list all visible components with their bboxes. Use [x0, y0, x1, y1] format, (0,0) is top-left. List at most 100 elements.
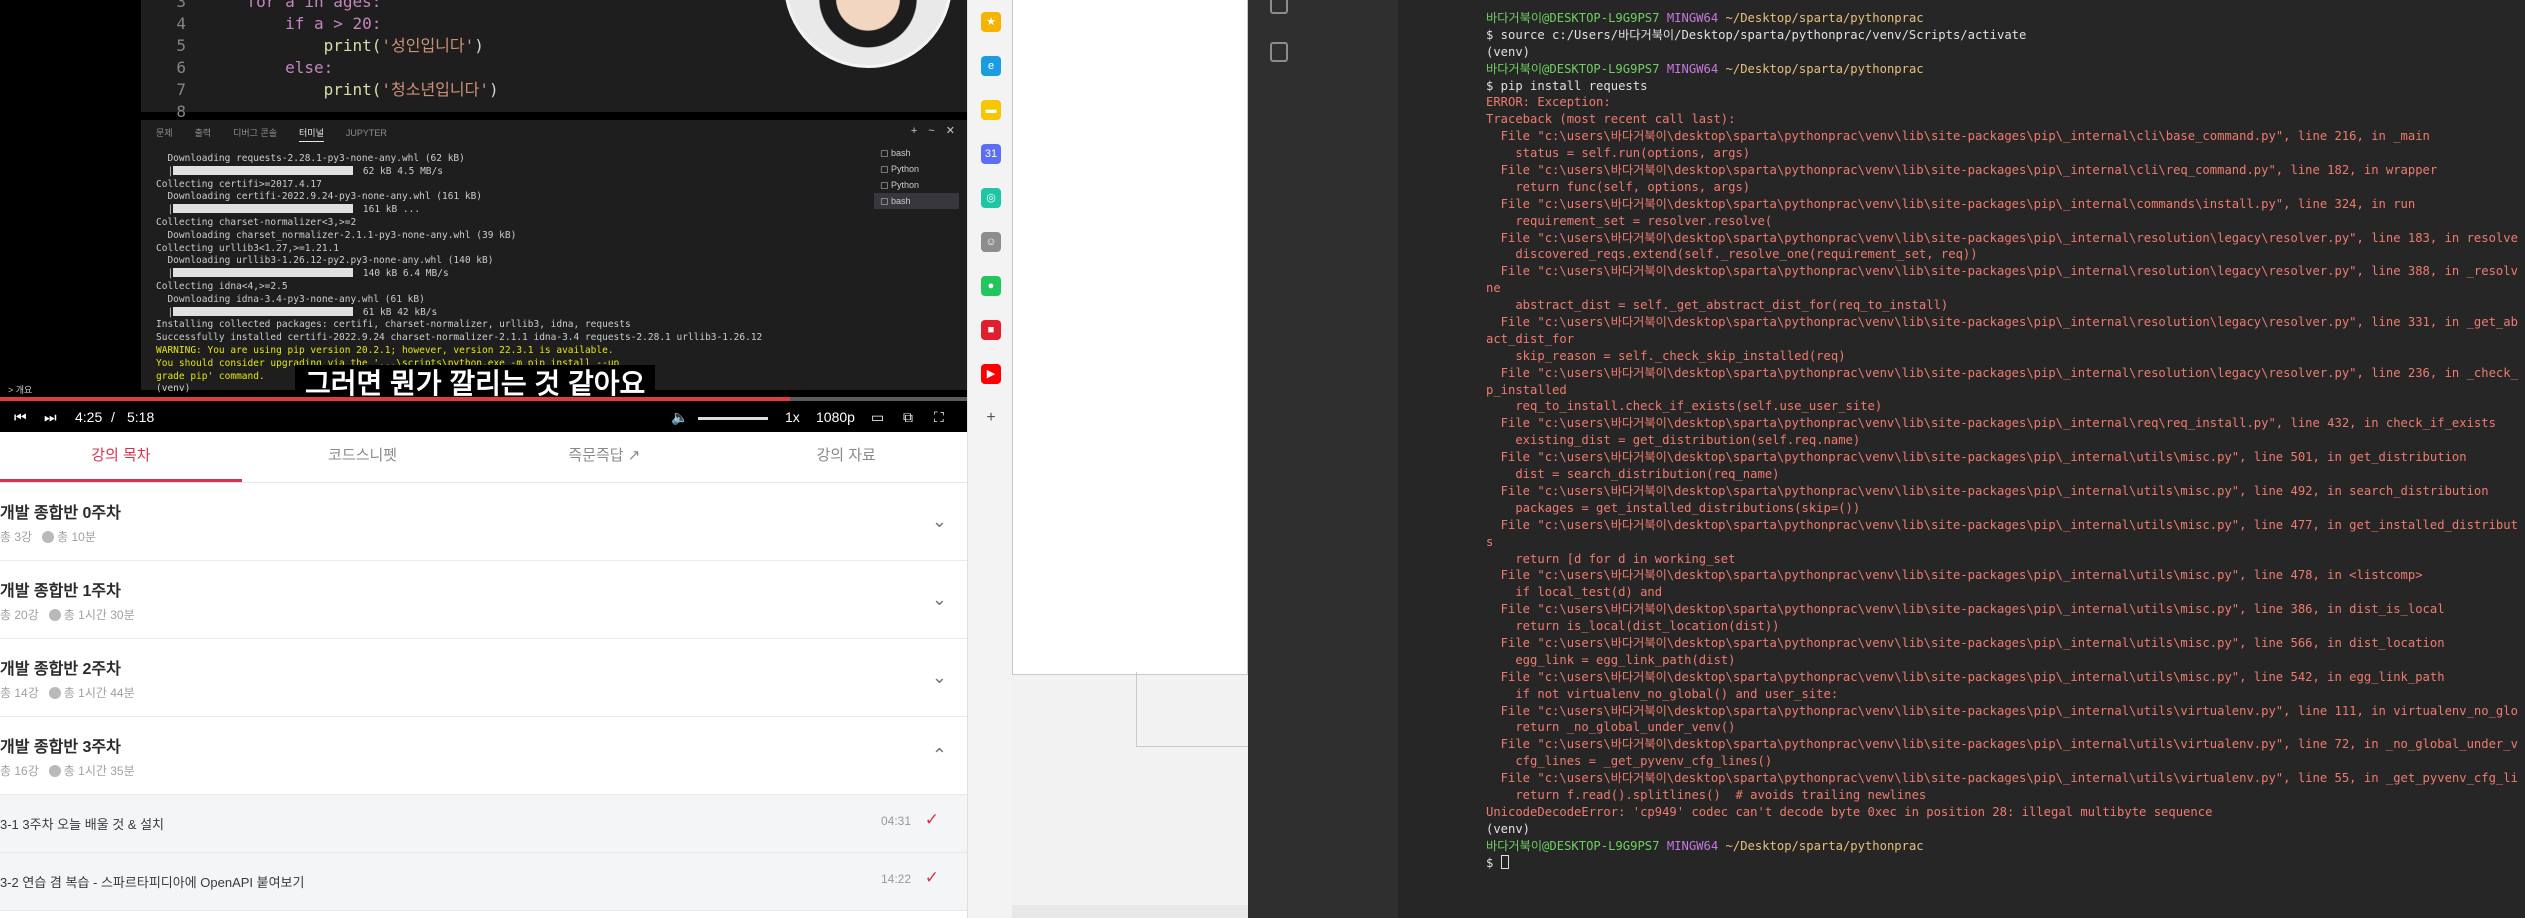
bash-line: UnicodeDecodeError: 'cp949' codec can't … — [1486, 804, 2213, 819]
blank-window — [1012, 0, 1248, 675]
bash-path: ~/Desktop/sparta/pythonprac — [1725, 11, 1924, 25]
download-stats: 140 kB 6.4 MB/s — [357, 268, 449, 280]
bash-line: packages = get_installed_distributions(s… — [1486, 500, 1861, 515]
bash-line: File "c:\users\바다거북이\desktop\sparta\pyth… — [1486, 568, 2423, 583]
bash-line: requirement_set = resolver.resolve( — [1486, 213, 1773, 228]
volume-icon[interactable]: 🔈 — [671, 408, 688, 426]
lesson-row[interactable]: 3-2 연습 겸 복습 - 스파르타피디아에 OpenAPI 붙여보기 14:22… — [0, 853, 967, 911]
bash-line: s — [1486, 534, 1494, 549]
bash-line: cfg_lines = _get_pyvenv_cfg_lines() — [1486, 754, 1773, 769]
bash-user: 바다거북이@DESKTOP-L9G9PS7 — [1486, 11, 1667, 25]
bash-cursor[interactable] — [1500, 854, 1509, 869]
bash-line: File "c:\users\바다거북이\desktop\sparta\pyth… — [1486, 450, 2467, 465]
calendar-icon[interactable]: 31 — [981, 144, 1001, 164]
video-progress-bar[interactable] — [0, 397, 967, 401]
bash-left-gutter — [1248, 0, 1398, 918]
code-line: 5 print('성인입니다') — [141, 35, 484, 57]
next-icon[interactable]: ⏭ — [44, 408, 57, 426]
week-section[interactable]: 개발 종합반 2주차 총 14강 총 1시간 44분 ⌄ — [0, 639, 967, 717]
playback-speed[interactable]: 1x — [785, 408, 800, 426]
code-string: '청소년입니다' — [381, 80, 489, 99]
bash-line: File "c:\users\바다거북이\desktop\sparta\pyth… — [1486, 669, 2445, 684]
video-terminal-actions: + ~ ✕ — [910, 125, 959, 137]
bash-path: ~/Desktop/sparta/pythonprac — [1725, 61, 1924, 76]
code-function: print( — [323, 36, 382, 55]
star-icon[interactable]: ★ — [981, 12, 1001, 32]
line-number: 6 — [176, 58, 186, 77]
bash-shell: MINGW64 — [1666, 838, 1726, 853]
video-terminal-output: Downloading requests-2.28.1-py3-none-any… — [156, 153, 876, 395]
course-tab[interactable]: 강의 자료 — [725, 432, 967, 482]
video-terminal-line: Downloading certifi-2022.9.24-py3-none-a… — [156, 191, 483, 203]
quality-selector[interactable]: 1080p — [816, 408, 855, 426]
week-meta: 총 14강 총 1시간 44분 — [0, 684, 135, 701]
bash-line: File "c:\users\바다거북이\desktop\sparta\pyth… — [1486, 365, 2518, 380]
bash-output: 바다거북이@DESKTOP-L9G9PS7 MINGW64 ~/Desktop/… — [1486, 10, 2518, 871]
line-number: 5 — [176, 36, 186, 55]
red-app-icon[interactable]: ■ — [981, 320, 1001, 340]
chat-icon[interactable]: ● — [981, 276, 1001, 296]
clock-icon — [48, 765, 61, 777]
lesson-time: 14:22 — [880, 872, 911, 886]
bash-line: File "c:\users\바다거북이\desktop\sparta\pyth… — [1486, 196, 2416, 211]
bash-line: egg_link = egg_link_path(dist) — [1486, 652, 1736, 667]
course-tab[interactable]: 코드스니펫 — [242, 432, 484, 482]
lecture-count: 총 14강 — [0, 686, 39, 700]
video-terminal-line: Downloading charset_normalizer-2.1.1-py3… — [156, 229, 517, 241]
background-bottom-strip — [1012, 905, 1248, 918]
bash-line: ERROR: Exception: — [1486, 95, 1611, 110]
code-line: 6 else: — [141, 57, 333, 79]
edge-icon[interactable]: e — [981, 56, 1001, 76]
code-line: 7 print('청소년입니다') — [141, 79, 498, 101]
bash-shell: MINGW64 — [1666, 61, 1726, 76]
add-icon[interactable]: + — [981, 408, 1001, 428]
bash-line: File "c:\users\바다거북이\desktop\sparta\pyth… — [1486, 703, 2518, 718]
terminal-indent: | — [156, 165, 174, 177]
notes-icon[interactable]: ▬ — [981, 100, 1001, 120]
clock-icon — [48, 687, 61, 699]
circle-app-icon[interactable]: ◎ — [981, 188, 1001, 208]
video-terminal-tabs: 문제 출력 디버그 콘솔 터미널 JUPYTER — [156, 124, 387, 142]
video-terminal-line: Collecting certifi>=2017.4.17 — [156, 178, 322, 190]
browser-sidebar: ★ e ▬ 31 ◎ ☺ ● ■ ▶ + — [967, 0, 1012, 918]
bash-line: File "c:\users\바다거북이\desktop\sparta\pyth… — [1486, 602, 2445, 617]
clock-icon — [48, 609, 61, 621]
bash-line: p_installed — [1486, 382, 1567, 397]
bash-line: 바다거북이@DESKTOP-L9G9PS7 MINGW64 ~/Desktop/… — [1486, 10, 2518, 27]
chevron-down-icon[interactable]: ⌄ — [932, 667, 947, 688]
video-player[interactable]: 3 for a in ages: 4 if a > 20: 5 print('성인입… — [0, 0, 967, 432]
bash-line: ne — [1486, 281, 1501, 296]
week-section[interactable]: 개발 종합반 1주차 총 20강 총 1시간 30분 ⌄ — [0, 561, 967, 639]
week-section[interactable]: 개발 종합반 0주차 총 3강 총 10분 ⌄ — [0, 483, 967, 561]
youtube-icon[interactable]: ▶ — [981, 364, 1001, 384]
captions-icon[interactable]: ▭ — [871, 408, 884, 426]
bash-line: act_dist_for — [1486, 331, 1575, 346]
fullscreen-icon[interactable]: ⛶ — [934, 408, 944, 426]
week-duration: 총 1시간 35분 — [63, 764, 135, 778]
course-tab[interactable]: 강의 목차 — [0, 432, 242, 482]
character-icon[interactable]: ☺ — [981, 232, 1001, 252]
chevron-up-icon[interactable]: ⌃ — [932, 745, 947, 766]
video-terminal-tab: 출력 — [194, 128, 212, 138]
lesson-row[interactable]: 3-1 3주차 오늘 배울 것 & 설치 04:31 ✓ — [0, 795, 967, 853]
bash-line: 바다거북이@DESKTOP-L9G9PS7 MINGW64 ~/Desktop/… — [1486, 61, 2518, 78]
video-terminal-instance: ▢ bash — [880, 148, 911, 158]
week-duration: 총 1시간 44분 — [63, 686, 135, 700]
bash-line: return is_local(dist_location(dist)) — [1486, 619, 1780, 634]
git-bash-terminal[interactable]: 바다거북이@DESKTOP-L9G9PS7 MINGW64 ~/Desktop/… — [1398, 0, 2525, 918]
bash-user: 바다거북이@DESKTOP-L9G9PS7 — [1486, 61, 1667, 76]
code-keyword: if a > 20: — [285, 14, 382, 33]
week-section[interactable]: 개발 종합반 3주차 총 16강 총 1시간 35분 ⌃ — [0, 717, 967, 795]
bash-line: $ pip install requests — [1486, 78, 1648, 93]
chevron-down-icon[interactable]: ⌄ — [932, 589, 947, 610]
code-line: 4 if a > 20: — [141, 13, 381, 35]
bash-line: File "c:\users\바다거북이\desktop\sparta\pyth… — [1486, 163, 2438, 178]
volume-slider[interactable] — [698, 417, 768, 420]
chevron-down-icon[interactable]: ⌄ — [932, 511, 947, 532]
code-function: print( — [323, 80, 382, 99]
picture-in-picture-icon[interactable]: ⧉ — [903, 408, 913, 426]
download-stats: 161 kB ... — [357, 204, 421, 216]
course-tab[interactable]: 즉문즉답 ↗ — [484, 432, 726, 482]
previous-icon[interactable]: ⏮ — [14, 408, 27, 426]
lesson-title: 3-1 3주차 오늘 배울 것 & 설치 — [0, 817, 165, 832]
